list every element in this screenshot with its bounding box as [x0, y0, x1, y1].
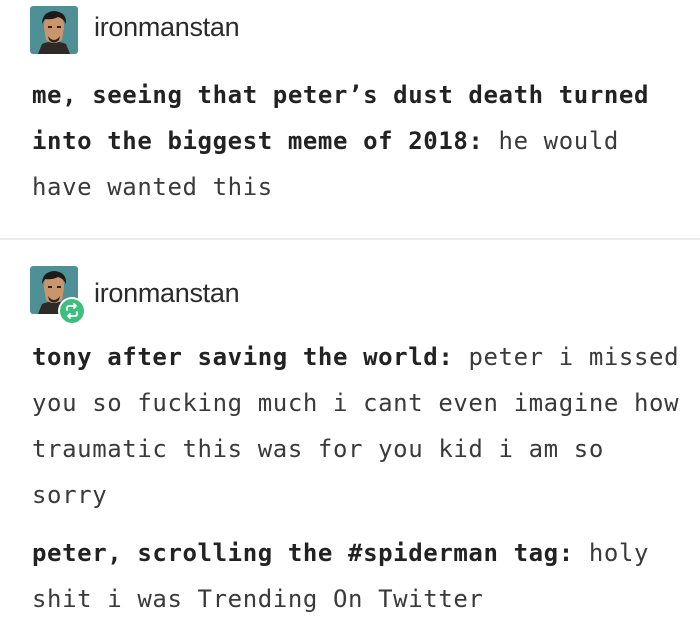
user-avatar[interactable]	[30, 6, 78, 54]
post-paragraph: tony after saving the world: peter i mis…	[32, 334, 682, 518]
post-paragraph: peter, scrolling the #spiderman tag: hol…	[32, 530, 682, 622]
username[interactable]: ironmanstan	[94, 278, 240, 309]
reblog-icon	[66, 303, 78, 319]
post-paragraph-bold: peter, scrolling the #spiderman tag:	[32, 539, 574, 567]
post-body: me, seeing that peter’s dust death turne…	[32, 72, 682, 210]
username[interactable]: ironmanstan	[94, 12, 240, 43]
reblog-entry-1: ironmanstan me, seeing that peter’s dust…	[0, 0, 700, 238]
post-paragraph-bold: tony after saving the world:	[32, 343, 454, 371]
reblog-badge	[58, 297, 86, 325]
character-portrait-icon	[30, 6, 78, 54]
